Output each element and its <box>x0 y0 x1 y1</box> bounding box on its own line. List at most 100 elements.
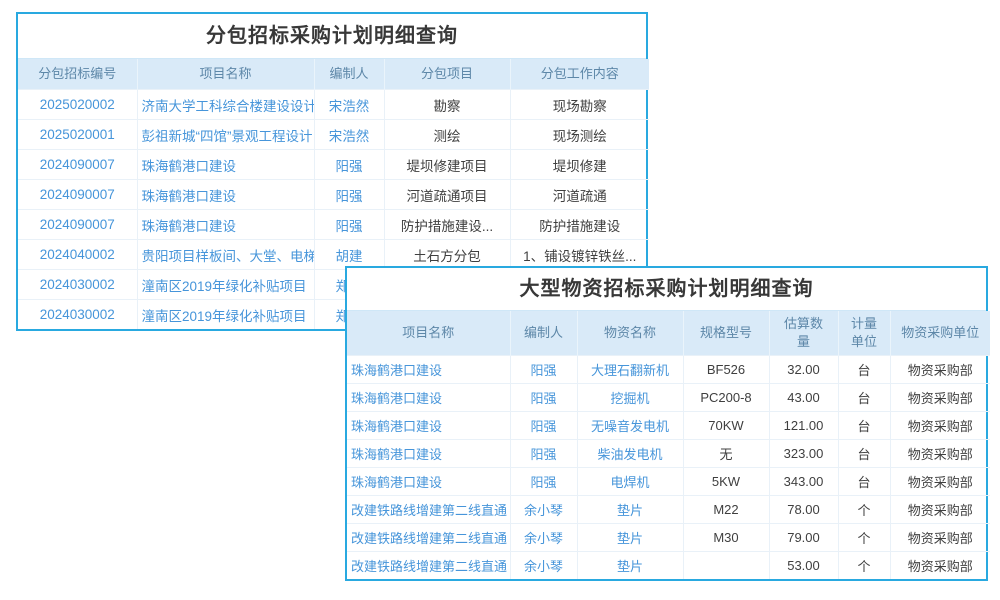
column-header: 物资采购单位 <box>890 311 990 356</box>
cell-link[interactable]: 彭祖新城“四馆”景观工程设计 <box>137 120 314 150</box>
column-header: 编制人 <box>314 59 384 90</box>
cell-text: 河道疏通项目 <box>384 180 510 210</box>
cell-text: 物资采购部 <box>890 384 990 412</box>
table-row: 改建铁路线增建第二线直通余小琴垫片53.00个物资采购部 <box>347 552 990 580</box>
cell-text: 物资采购部 <box>890 496 990 524</box>
cell-text: 53.00 <box>769 552 838 580</box>
cell-text: 物资采购部 <box>890 468 990 496</box>
cell-link[interactable]: 潼南区2019年绿化补贴项目 <box>137 270 314 300</box>
large-material-plan-table: 项目名称编制人物资名称规格型号估算数量计量单位物资采购单位 珠海鹤港口建设阳强大… <box>347 311 990 579</box>
cell-link[interactable]: 2024090007 <box>18 210 137 240</box>
cell-text: 物资采购部 <box>890 524 990 552</box>
cell-link[interactable]: 改建铁路线增建第二线直通 <box>347 496 510 524</box>
cell-link[interactable]: 阳强 <box>510 356 577 384</box>
cell-link[interactable]: 改建铁路线增建第二线直通 <box>347 552 510 580</box>
cell-link[interactable]: 2024030002 <box>18 300 137 330</box>
column-header: 规格型号 <box>683 311 769 356</box>
cell-text: 台 <box>838 412 890 440</box>
cell-link[interactable]: 大理石翻新机 <box>577 356 683 384</box>
cell-link[interactable]: 珠海鹤港口建设 <box>137 210 314 240</box>
cell-link[interactable]: 2024040002 <box>18 240 137 270</box>
cell-text: 物资采购部 <box>890 412 990 440</box>
cell-text: 堤坝修建 <box>510 150 649 180</box>
cell-link[interactable]: 电焊机 <box>577 468 683 496</box>
cell-link[interactable]: 珠海鹤港口建设 <box>137 180 314 210</box>
cell-link[interactable]: 改建铁路线增建第二线直通 <box>347 524 510 552</box>
cell-link[interactable]: 垫片 <box>577 496 683 524</box>
table-row: 珠海鹤港口建设阳强大理石翻新机BF52632.00台物资采购部 <box>347 356 990 384</box>
large-material-plan-window: 大型物资招标采购计划明细查询 项目名称编制人物资名称规格型号估算数量计量单位物资… <box>345 266 988 581</box>
cell-text: 现场勘察 <box>510 90 649 120</box>
cell-link[interactable]: 宋浩然 <box>314 120 384 150</box>
table-row: 珠海鹤港口建设阳强无噪音发电机70KW121.00台物资采购部 <box>347 412 990 440</box>
cell-link[interactable]: 阳强 <box>510 468 577 496</box>
cell-text: 无 <box>683 440 769 468</box>
cell-link[interactable]: 珠海鹤港口建设 <box>347 356 510 384</box>
cell-text: M30 <box>683 524 769 552</box>
column-header: 估算数量 <box>769 311 838 356</box>
column-header: 项目名称 <box>137 59 314 90</box>
cell-link[interactable]: 珠海鹤港口建设 <box>347 412 510 440</box>
cell-link[interactable]: 宋浩然 <box>314 90 384 120</box>
cell-link[interactable]: 余小琴 <box>510 524 577 552</box>
cell-text: 32.00 <box>769 356 838 384</box>
cell-text: 河道疏通 <box>510 180 649 210</box>
cell-link[interactable]: 2024090007 <box>18 180 137 210</box>
cell-text: BF526 <box>683 356 769 384</box>
cell-link[interactable]: 2024030002 <box>18 270 137 300</box>
table-row: 珠海鹤港口建设阳强柴油发电机无323.00台物资采购部 <box>347 440 990 468</box>
cell-text: 个 <box>838 524 890 552</box>
column-header: 编制人 <box>510 311 577 356</box>
cell-text: 防护措施建设... <box>384 210 510 240</box>
cell-link[interactable]: 胡建 <box>314 240 384 270</box>
cell-text <box>683 552 769 580</box>
cell-link[interactable]: 2025020001 <box>18 120 137 150</box>
cell-link[interactable]: 阳强 <box>510 384 577 412</box>
cell-link[interactable]: 余小琴 <box>510 496 577 524</box>
cell-text: PC200-8 <box>683 384 769 412</box>
cell-text: 物资采购部 <box>890 440 990 468</box>
column-header: 分包招标编号 <box>18 59 137 90</box>
cell-text: 70KW <box>683 412 769 440</box>
cell-text: 勘察 <box>384 90 510 120</box>
cell-text: 土石方分包 <box>384 240 510 270</box>
cell-link[interactable]: 垫片 <box>577 524 683 552</box>
table-row: 改建铁路线增建第二线直通余小琴垫片M2278.00个物资采购部 <box>347 496 990 524</box>
cell-text: 79.00 <box>769 524 838 552</box>
cell-link[interactable]: 阳强 <box>314 150 384 180</box>
subcontract-plan-title: 分包招标采购计划明细查询 <box>18 14 646 59</box>
cell-link[interactable]: 垫片 <box>577 552 683 580</box>
cell-text: 测绘 <box>384 120 510 150</box>
cell-link[interactable]: 珠海鹤港口建设 <box>137 150 314 180</box>
cell-text: 343.00 <box>769 468 838 496</box>
cell-link[interactable]: 挖掘机 <box>577 384 683 412</box>
cell-link[interactable]: 济南大学工科综合楼建设设计 <box>137 90 314 120</box>
cell-text: 个 <box>838 496 890 524</box>
cell-link[interactable]: 2024090007 <box>18 150 137 180</box>
cell-link[interactable]: 余小琴 <box>510 552 577 580</box>
cell-link[interactable]: 珠海鹤港口建设 <box>347 384 510 412</box>
cell-link[interactable]: 2025020002 <box>18 90 137 120</box>
cell-link[interactable]: 珠海鹤港口建设 <box>347 468 510 496</box>
cell-link[interactable]: 潼南区2019年绿化补贴项目 <box>137 300 314 330</box>
cell-text: 1、铺设镀锌铁丝... <box>510 240 649 270</box>
cell-link[interactable]: 阳强 <box>510 412 577 440</box>
cell-text: 个 <box>838 552 890 580</box>
table-row: 2024090007珠海鹤港口建设阳强防护措施建设...防护措施建设 <box>18 210 649 240</box>
cell-link[interactable]: 贵阳项目样板间、大堂、电梯 <box>137 240 314 270</box>
table-row: 2024040002贵阳项目样板间、大堂、电梯胡建土石方分包1、铺设镀锌铁丝..… <box>18 240 649 270</box>
cell-link[interactable]: 无噪音发电机 <box>577 412 683 440</box>
cell-link[interactable]: 珠海鹤港口建设 <box>347 440 510 468</box>
table-header-row: 项目名称编制人物资名称规格型号估算数量计量单位物资采购单位 <box>347 311 990 356</box>
cell-text: 5KW <box>683 468 769 496</box>
table-row: 2024090007珠海鹤港口建设阳强河道疏通项目河道疏通 <box>18 180 649 210</box>
cell-link[interactable]: 阳强 <box>314 210 384 240</box>
cell-link[interactable]: 柴油发电机 <box>577 440 683 468</box>
cell-text: 台 <box>838 440 890 468</box>
cell-text: 台 <box>838 384 890 412</box>
cell-link[interactable]: 阳强 <box>314 180 384 210</box>
cell-link[interactable]: 阳强 <box>510 440 577 468</box>
column-header: 分包工作内容 <box>510 59 649 90</box>
table-row: 改建铁路线增建第二线直通余小琴垫片M3079.00个物资采购部 <box>347 524 990 552</box>
cell-text: 现场测绘 <box>510 120 649 150</box>
